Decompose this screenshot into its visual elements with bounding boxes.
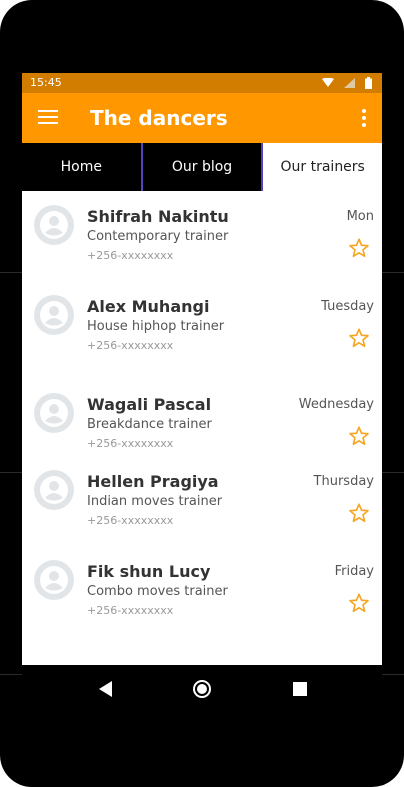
tab-our-blog[interactable]: Our blog (142, 143, 262, 191)
trainer-day: Wednesday (298, 397, 374, 412)
star-outline-icon[interactable] (348, 237, 370, 259)
trainer-role: Indian moves trainer (87, 494, 223, 509)
trainer-day: Thursday (313, 474, 374, 489)
battery-icon (365, 77, 372, 89)
trainer-role: Combo moves trainer (87, 584, 228, 599)
more-vert-icon[interactable] (360, 109, 368, 131)
trainer-phone: +256-xxxxxxxx (87, 437, 174, 450)
tab-home[interactable]: Home (22, 143, 141, 191)
trainer-item[interactable]: Hellen Pragiya Indian moves trainer +256… (22, 456, 382, 536)
recents-icon[interactable] (290, 679, 310, 699)
system-nav-bar (22, 665, 382, 713)
star-outline-icon[interactable] (348, 502, 370, 524)
trainer-phone: +256-xxxxxxxx (87, 604, 174, 617)
frame-divider (0, 272, 22, 273)
trainer-name: Shifrah Nakintu (87, 207, 229, 226)
frame-divider (0, 472, 22, 473)
trainer-day: Friday (334, 564, 374, 579)
trainer-phone: +256-xxxxxxxx (87, 249, 174, 262)
tab-bar: Home Our blog Our trainers (22, 143, 382, 191)
trainer-phone: +256-xxxxxxxx (87, 339, 174, 352)
person-icon (34, 295, 74, 335)
person-icon (34, 205, 74, 245)
status-bar: 15:45 (22, 73, 382, 93)
frame-divider (0, 674, 22, 675)
trainer-item[interactable]: Alex Muhangi House hiphop trainer +256-x… (22, 281, 382, 361)
status-time: 15:45 (30, 76, 62, 89)
person-icon (34, 560, 74, 600)
menu-icon[interactable] (38, 107, 58, 127)
trainer-day: Tuesday (321, 299, 374, 314)
trainer-name: Hellen Pragiya (87, 472, 219, 491)
star-outline-icon[interactable] (348, 592, 370, 614)
app-title: The dancers (90, 106, 228, 130)
trainer-day: Mon (346, 209, 374, 224)
trainer-item[interactable]: Fik shun Lucy Combo moves trainer +256-x… (22, 546, 382, 626)
person-icon (34, 470, 74, 510)
trainer-item[interactable]: Shifrah Nakintu Contemporary trainer +25… (22, 191, 382, 271)
trainer-name: Fik shun Lucy (87, 562, 211, 581)
signal-icon (344, 78, 355, 88)
app-bar: The dancers (22, 93, 382, 143)
trainer-role: Breakdance trainer (87, 417, 212, 432)
frame-divider (382, 472, 404, 473)
trainer-name: Alex Muhangi (87, 297, 210, 316)
frame-divider (382, 674, 404, 675)
app-screen: 15:45 The dancers Home Our blog Our trai… (22, 73, 382, 665)
tab-our-trainers[interactable]: Our trainers (263, 143, 382, 191)
back-icon[interactable] (96, 679, 116, 699)
trainer-role: Contemporary trainer (87, 229, 229, 244)
wifi-icon (322, 78, 334, 87)
home-icon[interactable] (192, 679, 212, 699)
trainer-name: Wagali Pascal (87, 395, 212, 414)
person-icon (34, 393, 74, 433)
frame-divider (382, 272, 404, 273)
trainer-role: House hiphop trainer (87, 319, 225, 334)
star-outline-icon[interactable] (348, 327, 370, 349)
trainer-item[interactable]: Wagali Pascal Breakdance trainer +256-xx… (22, 379, 382, 459)
trainer-phone: +256-xxxxxxxx (87, 514, 174, 527)
status-icons (322, 77, 372, 89)
star-outline-icon[interactable] (348, 425, 370, 447)
